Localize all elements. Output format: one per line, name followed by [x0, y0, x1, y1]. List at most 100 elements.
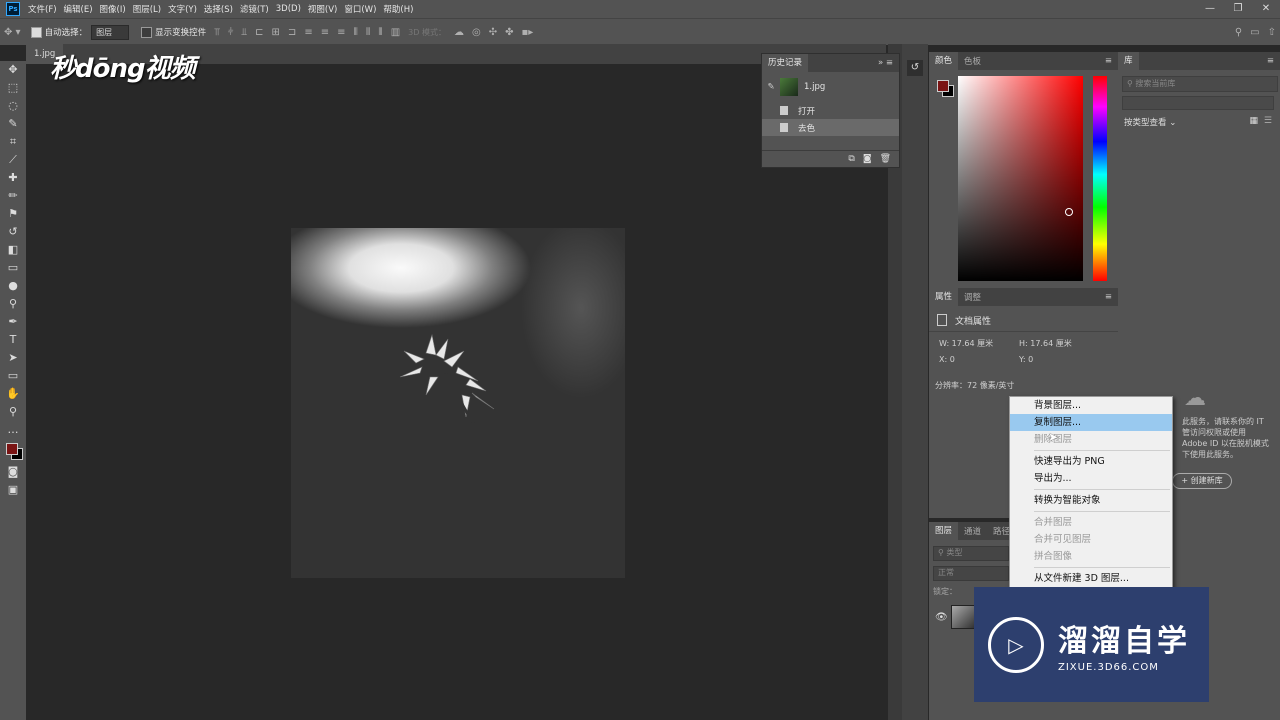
menu-item-duplicate-layer[interactable]: 复制图层... [1010, 414, 1172, 431]
view-by-type-dropdown[interactable]: 按类型查看 ⌄ [1124, 116, 1176, 128]
eraser-tool-icon[interactable]: ◧ [4, 241, 22, 259]
dodge-tool-icon[interactable]: ⚲ [4, 295, 22, 313]
type-tool-icon[interactable]: T [4, 331, 22, 349]
list-view-icon[interactable]: ☰ [1264, 116, 1272, 126]
move-tool-icon[interactable]: ✥ ▾ [4, 27, 21, 38]
menu-item-quick-export-png[interactable]: 快速导出为 PNG [1010, 453, 1172, 470]
panel-menu-icon[interactable]: ≡ [1267, 56, 1274, 66]
eyedropper-tool-icon[interactable]: ⟋ [4, 151, 22, 169]
distribute-hcenter-icon[interactable]: ⦀ [366, 27, 370, 38]
distribute-bottom-icon[interactable]: ≡ [337, 27, 345, 38]
tab-properties[interactable]: 属性 [929, 288, 959, 306]
lasso-tool-icon[interactable]: ◌ [4, 97, 22, 115]
align-left-icon[interactable]: ⊏ [255, 27, 263, 38]
panel-menu-icon[interactable]: ≡ [1105, 56, 1112, 66]
menu-type[interactable]: 文字(Y) [168, 3, 197, 15]
more-tools-icon[interactable]: … [4, 421, 22, 439]
color-picker-field[interactable] [958, 76, 1083, 281]
distribute-right-icon[interactable]: ⦀ [378, 27, 382, 38]
history-item[interactable]: 打开 [762, 102, 899, 119]
align-right-icon[interactable]: ⊐ [288, 27, 296, 38]
zoom-tool-icon[interactable]: ⚲ [4, 403, 22, 421]
history-dock-icon[interactable]: ↺ [907, 60, 923, 76]
history-panel-menu-icon[interactable]: » ≡ [872, 54, 899, 72]
new-document-from-state-icon[interactable]: ⧉ [848, 154, 854, 164]
hue-slider[interactable] [1093, 76, 1107, 281]
gradient-tool-icon[interactable]: ▭ [4, 259, 22, 277]
move-tool-icon[interactable]: ✥ [4, 61, 22, 79]
align-top-icon[interactable]: ⫪ [214, 27, 220, 38]
eye-icon[interactable]: 👁 [935, 612, 948, 623]
quick-mask-icon[interactable]: ◙ [4, 463, 22, 481]
align-hcenter-icon[interactable]: ⊞ [272, 27, 280, 38]
align-bottom-icon[interactable]: ⫫ [242, 27, 248, 38]
layer-filter-input[interactable]: ⚲ 类型 [933, 546, 1009, 561]
brush-tool-icon[interactable]: ✏ [4, 187, 22, 205]
quick-select-tool-icon[interactable]: ✎ [4, 115, 22, 133]
height-value[interactable]: H: 17.64 厘米 [1019, 338, 1072, 349]
healing-tool-icon[interactable]: ✚ [4, 169, 22, 187]
history-snapshot[interactable]: ✎ 1.jpg [762, 72, 899, 102]
x-value[interactable]: X: 0 [939, 355, 955, 364]
camera-snapshot-icon[interactable]: ◙ [863, 154, 872, 164]
menu-image[interactable]: 图像(I) [100, 3, 126, 15]
library-search-input[interactable]: ⚲ 搜索当前库 [1122, 76, 1278, 92]
distribute-top-icon[interactable]: ≡ [304, 27, 312, 38]
align-vcenter-icon[interactable]: ⫩ [228, 27, 234, 38]
search-icon[interactable]: ⚲ [1235, 27, 1242, 38]
tab-swatches[interactable]: 色板 [958, 55, 987, 67]
3d-rotate-icon[interactable]: ☁ [454, 27, 464, 38]
blend-mode-dropdown[interactable]: 正常 [933, 566, 1009, 581]
tab-adjustments[interactable]: 调整 [958, 291, 987, 303]
distribute-vcenter-icon[interactable]: ≡ [321, 27, 329, 38]
show-transform-checkbox[interactable] [141, 26, 153, 38]
auto-align-icon[interactable]: ▥ [391, 27, 400, 38]
create-library-button[interactable]: + 创建新库 [1172, 473, 1232, 489]
y-value[interactable]: Y: 0 [1019, 355, 1033, 364]
width-value[interactable]: W: 17.64 厘米 [939, 338, 993, 349]
3d-slide-icon[interactable]: ✤ [505, 27, 513, 38]
history-tab[interactable]: 历史记录 [762, 54, 809, 72]
crop-tool-icon[interactable]: ⌗ [4, 133, 22, 151]
menu-item-convert-smart-object[interactable]: 转换为智能对象 [1010, 492, 1172, 509]
auto-select-checkbox[interactable] [30, 26, 42, 38]
foreground-color-swatch[interactable] [6, 443, 18, 455]
layer-thumbnail[interactable] [951, 605, 975, 629]
menu-item-background-layer[interactable]: 背景图层... [1010, 397, 1172, 414]
restore-icon[interactable]: ❐ [1224, 0, 1252, 18]
pen-tool-icon[interactable]: ✒ [4, 313, 22, 331]
3d-roll-icon[interactable]: ◎ [472, 27, 481, 38]
menu-window[interactable]: 窗口(W) [344, 3, 376, 15]
menu-item-new-3d-layer[interactable]: 从文件新建 3D 图层... [1010, 570, 1172, 587]
color-picker-cursor[interactable] [1065, 208, 1073, 216]
tab-color[interactable]: 颜色 [929, 52, 959, 70]
hand-tool-icon[interactable]: ✋ [4, 385, 22, 403]
3d-drag-icon[interactable]: ✣ [489, 27, 497, 38]
workspace-icon[interactable]: ▭ [1250, 27, 1259, 38]
menu-layer[interactable]: 图层(L) [133, 3, 161, 15]
document-image[interactable] [291, 228, 625, 578]
menu-filter[interactable]: 滤镜(T) [240, 3, 269, 15]
auto-select-dropdown[interactable]: 图层 [91, 24, 130, 40]
menu-view[interactable]: 视图(V) [308, 3, 337, 15]
share-icon[interactable]: ⇧ [1268, 27, 1276, 38]
3d-scale-icon[interactable]: ▪▸ [521, 27, 533, 38]
menu-edit[interactable]: 编辑(E) [64, 3, 93, 15]
color-swatches[interactable] [3, 439, 23, 463]
panel-menu-icon[interactable]: ≡ [1105, 292, 1112, 302]
menu-file[interactable]: 文件(F) [28, 3, 57, 15]
menu-3d[interactable]: 3D(D) [276, 4, 301, 14]
history-brush-tool-icon[interactable]: ↺ [4, 223, 22, 241]
minimize-icon[interactable]: — [1196, 0, 1224, 18]
foreground-color-chip[interactable] [937, 80, 949, 92]
marquee-tool-icon[interactable]: ⬚ [4, 79, 22, 97]
shape-tool-icon[interactable]: ▭ [4, 367, 22, 385]
tab-layers[interactable]: 图层 [929, 522, 959, 540]
trash-icon[interactable]: 🗑 [880, 154, 891, 164]
library-select-dropdown[interactable] [1122, 96, 1274, 110]
screen-mode-icon[interactable]: ▣ [4, 481, 22, 499]
distribute-left-icon[interactable]: ⦀ [353, 27, 357, 38]
tab-channels[interactable]: 通道 [958, 525, 987, 537]
stamp-tool-icon[interactable]: ⚑ [4, 205, 22, 223]
menu-help[interactable]: 帮助(H) [383, 3, 413, 15]
